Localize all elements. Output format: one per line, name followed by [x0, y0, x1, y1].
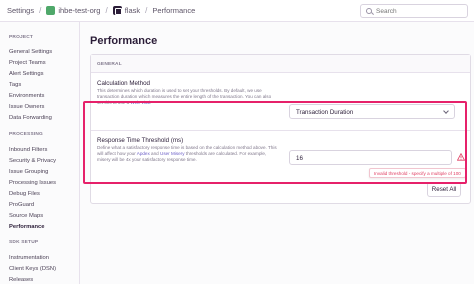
reset-all-button[interactable]: Reset All [427, 182, 461, 197]
sidebar-item-data-forwarding[interactable]: Data Forwarding [9, 115, 52, 121]
panel-header: GENERAL [91, 55, 470, 73]
sidebar-item-security-privacy[interactable]: Security & Privacy [9, 158, 56, 164]
sidebar-item-releases[interactable]: Releases [9, 277, 33, 283]
sidebar-item-alert-settings[interactable]: Alert Settings [9, 71, 43, 77]
search-icon [366, 8, 372, 14]
sidebar-item-processing-issues[interactable]: Processing Issues [9, 180, 56, 186]
sidebar-item-issue-owners[interactable]: Issue Owners [9, 104, 44, 110]
top-bar: Settings / ihbe-test-org / flask / Perfo… [0, 0, 474, 22]
sidebar-item-source-maps[interactable]: Source Maps [9, 213, 43, 219]
breadcrumb-separator: / [145, 6, 148, 15]
sidebar-item-issue-grouping[interactable]: Issue Grouping [9, 169, 48, 175]
sidebar-item-performance[interactable]: Performance [9, 224, 44, 230]
sidebar-item-environments[interactable]: Environments [9, 93, 44, 99]
sidebar-item-project-teams[interactable]: Project Teams [9, 60, 46, 66]
breadcrumb-org[interactable]: ihbe-test-org [58, 6, 100, 15]
calculation-method-label: Calculation Method [97, 80, 150, 87]
breadcrumb: Settings / ihbe-test-org / flask / Perfo… [7, 6, 195, 15]
search-input[interactable] [376, 7, 466, 15]
sidebar-item-proguard[interactable]: ProGuard [9, 202, 34, 208]
breadcrumb-separator: / [105, 6, 108, 15]
sidebar-item-tags[interactable]: Tags [9, 82, 21, 88]
highlight-annotation [83, 101, 467, 184]
breadcrumb-project[interactable]: flask [125, 6, 140, 15]
breadcrumb-separator: / [39, 6, 42, 15]
settings-sidebar: PROJECT General Settings Project Teams A… [0, 22, 80, 284]
sidebar-item-inbound-filters[interactable]: Inbound Filters [9, 147, 47, 153]
page-title: Performance [90, 35, 158, 47]
sidebar-item-instrumentation[interactable]: Instrumentation [9, 255, 49, 261]
main-content: Performance GENERAL Calculation Method T… [80, 22, 474, 284]
flask-project-icon [112, 6, 122, 15]
breadcrumb-settings[interactable]: Settings [7, 6, 34, 15]
search-box[interactable] [360, 4, 468, 18]
sidebar-section-processing: PROCESSING [9, 132, 43, 137]
breadcrumb-page: Performance [152, 6, 196, 15]
sidebar-item-general-settings[interactable]: General Settings [9, 49, 52, 55]
sidebar-section-project: PROJECT [9, 35, 34, 40]
sidebar-item-debug-files[interactable]: Debug Files [9, 191, 40, 197]
sidebar-item-client-keys[interactable]: Client Keys (DSN) [9, 266, 56, 272]
org-avatar-icon [46, 6, 56, 15]
sidebar-section-sdk-setup: SDK SETUP [9, 240, 39, 245]
